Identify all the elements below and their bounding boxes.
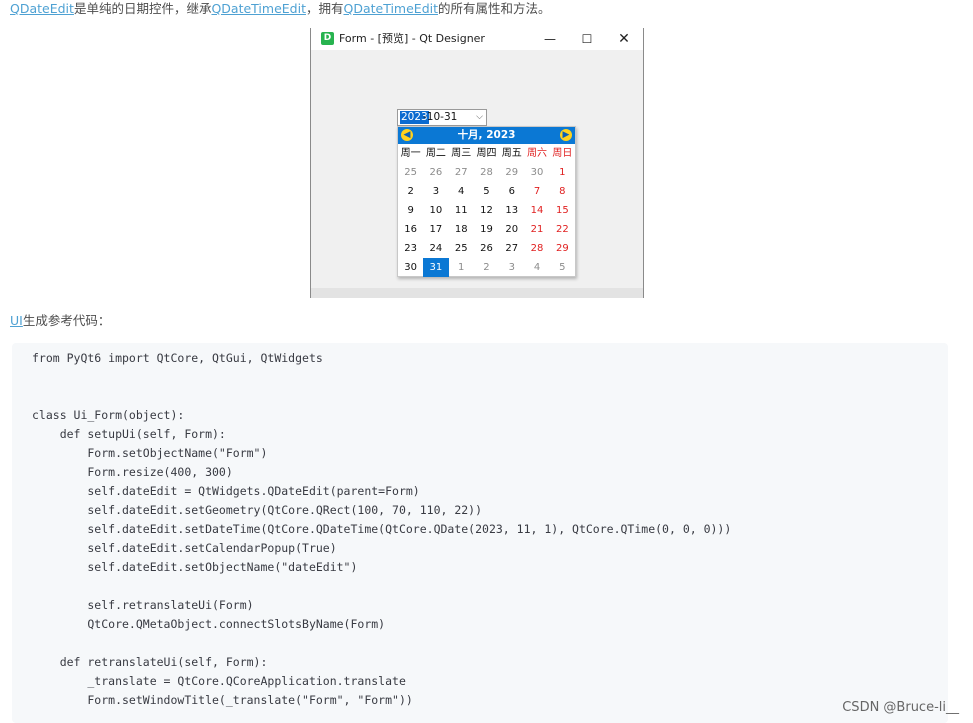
weekday-header: 周三	[451, 148, 472, 159]
code-line: self.retranslateUi(Form)	[32, 598, 254, 612]
calendar-day[interactable]: 3	[499, 258, 524, 277]
calendar-day[interactable]: 7	[524, 182, 549, 201]
weekday-header: 周二	[425, 148, 446, 159]
code-line: self.dateEdit.setGeometry(QtCore.QRect(1…	[32, 503, 483, 517]
code-line: self.dateEdit = QtWidgets.QDateEdit(pare…	[32, 484, 420, 498]
calendar-day[interactable]: 5	[474, 182, 499, 201]
calendar-day[interactable]: 26	[423, 163, 448, 182]
code-line: Form.setWindowTitle(_translate("Form", "…	[32, 693, 413, 707]
calendar-day[interactable]: 16	[398, 220, 423, 239]
calendar-day[interactable]: 17	[423, 220, 448, 239]
calendar-day[interactable]: 20	[499, 220, 524, 239]
date-edit-month-day[interactable]: -10-31	[423, 110, 457, 125]
code-line: from PyQt6 import QtCore, QtGui, QtWidge…	[32, 351, 323, 365]
code-line: _translate = QtCore.QCoreApplication.tra…	[32, 674, 406, 688]
calendar-day[interactable]: 27	[449, 163, 474, 182]
weekday-header: 周五	[501, 148, 522, 159]
calendar-day[interactable]: 3	[423, 182, 448, 201]
qt-designer-icon: D	[321, 32, 334, 45]
calendar-popup: ◀ 十月, 2023 ▶ 周一 周二 周三 周四 周五 周六 周日 25 26 27…	[397, 126, 576, 277]
calendar-week-row: 2345678	[398, 182, 575, 201]
code-line: self.dateEdit.setDateTime(QtCore.QDateTi…	[32, 522, 732, 536]
calendar-day[interactable]: 1	[449, 258, 474, 277]
calendar-day[interactable]: 13	[499, 201, 524, 220]
calendar-week-row: 25 26 27 28 29 30 1	[398, 163, 575, 182]
window-bottom-strip	[311, 288, 643, 298]
intro-text-1: 是单纯的日期控件，继承	[73, 1, 212, 16]
calendar-grid: 周一 周二 周三 周四 周五 周六 周日 25 26 27 28 29 30 1 2 3 4 5 6 7…	[398, 144, 575, 277]
intro-text-3: 的所有属性和方法。	[438, 1, 551, 16]
calendar-week-row: 23 24 25 26 27 28 29	[398, 239, 575, 258]
calendar-day[interactable]: 9	[398, 201, 423, 220]
calendar-day[interactable]: 15	[550, 201, 575, 220]
calendar-week-row: 9 10 11 12 13 14 15	[398, 201, 575, 220]
code-line: Form.setObjectName("Form")	[32, 446, 268, 460]
calendar-day[interactable]: 25	[398, 163, 423, 182]
calendar-day[interactable]: 10	[423, 201, 448, 220]
calendar-day[interactable]: 1	[550, 163, 575, 182]
calendar-day[interactable]: 22	[550, 220, 575, 239]
calendar-day[interactable]: 30	[398, 258, 423, 277]
calendar-day[interactable]: 24	[423, 239, 448, 258]
date-edit[interactable]: 2023 -10-31 ⌵	[397, 109, 487, 126]
calendar-day[interactable]: 2	[398, 182, 423, 201]
weekday-header: 周一	[400, 148, 421, 159]
code-line: def setupUi(self, Form):	[32, 427, 226, 441]
calendar-day[interactable]: 4	[524, 258, 549, 277]
weekday-header: 周日	[552, 148, 573, 159]
chevron-down-icon[interactable]: ⌵	[476, 110, 483, 125]
calendar-day[interactable]: 5	[550, 258, 575, 277]
code-line: Form.resize(400, 300)	[32, 465, 233, 479]
calendar-day[interactable]: 30	[524, 163, 549, 182]
calendar-day[interactable]: 4	[449, 182, 474, 201]
ui-caption-text: 生成参考代码：	[22, 313, 111, 328]
calendar-day[interactable]: 27	[499, 239, 524, 258]
calendar-day[interactable]: 25	[449, 239, 474, 258]
csdn-watermark: CSDN @Bruce-li__	[842, 700, 959, 715]
calendar-day[interactable]: 31	[423, 258, 449, 277]
qdatetimeedit-link-2[interactable]: QDateTimeEdit	[343, 1, 438, 16]
minimize-icon[interactable]: —	[540, 30, 560, 48]
intro-paragraph: QDateEdit是单纯的日期控件，继承QDateTimeEdit，拥有QDat…	[10, 0, 551, 18]
ui-code-caption: UI生成参考代码：	[10, 312, 110, 330]
calendar-day[interactable]: 19	[474, 220, 499, 239]
calendar-day[interactable]: 11	[449, 201, 474, 220]
calendar-day[interactable]: 26	[474, 239, 499, 258]
calendar-day[interactable]: 29	[499, 163, 524, 182]
next-month-icon[interactable]: ▶	[560, 129, 572, 141]
code-line: class Ui_Form(object):	[32, 408, 185, 422]
code-line: QtCore.QMetaObject.connectSlotsByName(Fo…	[32, 617, 386, 631]
calendar-day[interactable]: 28	[524, 239, 549, 258]
weekday-header: 周六	[527, 148, 548, 159]
calendar-day[interactable]: 2	[474, 258, 499, 277]
window-title: Form - [预览] - Qt Designer	[339, 32, 485, 45]
weekday-header: 周四	[476, 148, 497, 159]
calendar-day[interactable]: 14	[524, 201, 549, 220]
qdatetimeedit-link[interactable]: QDateTimeEdit	[211, 1, 306, 16]
close-icon[interactable]: ✕	[614, 30, 634, 48]
calendar-navigation-bar: ◀ 十月, 2023 ▶	[398, 127, 575, 144]
code-line: self.dateEdit.setCalendarPopup(True)	[32, 541, 337, 555]
intro-text-2: ，拥有	[305, 1, 344, 16]
calendar-day[interactable]: 23	[398, 239, 423, 258]
maximize-icon[interactable]: ☐	[577, 30, 597, 48]
calendar-day[interactable]: 21	[524, 220, 549, 239]
code-block[interactable]: from PyQt6 import QtCore, QtGui, QtWidge…	[12, 343, 948, 723]
ui-link[interactable]: UI	[10, 313, 23, 328]
calendar-day[interactable]: 29	[550, 239, 575, 258]
calendar-day[interactable]: 8	[550, 182, 575, 201]
calendar-day[interactable]: 12	[474, 201, 499, 220]
calendar-day[interactable]: 18	[449, 220, 474, 239]
calendar-day[interactable]: 28	[474, 163, 499, 182]
code-line: def retranslateUi(self, Form):	[32, 655, 268, 669]
calendar-week-row: 30 31 1 2 3 4 5	[398, 258, 575, 277]
calendar-day[interactable]: 6	[499, 182, 524, 201]
calendar-week-row: 16 17 18 19 20 21 22	[398, 220, 575, 239]
qdateedit-link[interactable]: QDateEdit	[10, 1, 74, 16]
weekday-header-row: 周一 周二 周三 周四 周五 周六 周日	[398, 144, 575, 163]
code-line: self.dateEdit.setObjectName("dateEdit")	[32, 560, 358, 574]
calendar-month-label[interactable]: 十月, 2023	[398, 128, 575, 143]
window-titlebar[interactable]: D Form - [预览] - Qt Designer — ☐ ✕	[311, 28, 643, 50]
